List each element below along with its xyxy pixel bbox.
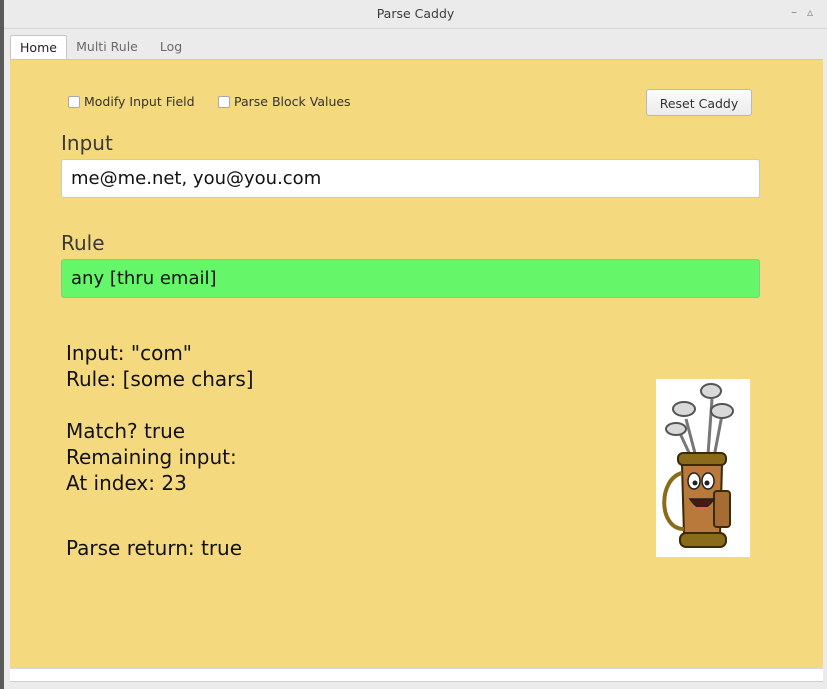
window-title: Parse Caddy bbox=[376, 6, 455, 21]
parse-block-label: Parse Block Values bbox=[234, 94, 351, 109]
title-bar: Parse Caddy – ▵ bbox=[4, 0, 827, 29]
maximize-icon[interactable]: ▵ bbox=[807, 5, 813, 19]
result-input: Input: "com" bbox=[66, 341, 192, 365]
result-parse-return: Parse return: true bbox=[66, 536, 243, 560]
result-rule: Rule: [some chars] bbox=[66, 367, 254, 391]
status-bar bbox=[10, 668, 823, 682]
result-remaining: Remaining input: bbox=[66, 445, 237, 469]
result-index: At index: 23 bbox=[66, 471, 187, 495]
tab-home[interactable]: Home bbox=[10, 35, 67, 61]
modify-input-label: Modify Input Field bbox=[84, 94, 195, 109]
golf-bag-mascot-icon bbox=[656, 379, 750, 557]
tab-log[interactable]: Log bbox=[152, 35, 190, 59]
minimize-icon[interactable]: – bbox=[791, 5, 797, 19]
rule-field[interactable]: any [thru email] bbox=[61, 259, 760, 298]
tab-multi-rule[interactable]: Multi Rule bbox=[72, 35, 142, 59]
checkbox-box[interactable] bbox=[68, 95, 80, 108]
checkbox-box[interactable] bbox=[218, 95, 230, 108]
reset-caddy-button[interactable]: Reset Caddy bbox=[646, 89, 752, 116]
parse-block-checkbox[interactable]: Parse Block Values bbox=[218, 94, 351, 109]
input-field[interactable]: me@me.net, you@you.com bbox=[61, 159, 760, 198]
rule-label: Rule bbox=[61, 231, 105, 255]
modify-input-checkbox[interactable]: Modify Input Field bbox=[68, 94, 195, 109]
input-label: Input bbox=[61, 131, 113, 155]
result-match: Match? true bbox=[66, 419, 186, 443]
